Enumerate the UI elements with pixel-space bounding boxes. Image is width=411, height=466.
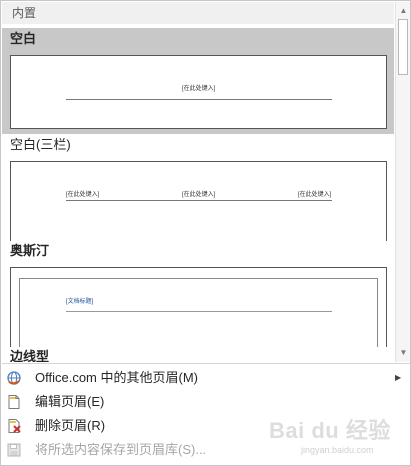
- austin-border-frame: [19, 278, 378, 347]
- scroll-up-arrow-icon[interactable]: ▲: [397, 3, 410, 18]
- save-disk-icon: [6, 442, 22, 458]
- remove-header-label: 删除页眉(R): [35, 418, 106, 433]
- scrollbar-thumb[interactable]: [398, 19, 408, 75]
- scroll-down-arrow-icon[interactable]: ▼: [397, 345, 410, 360]
- gallery-item-sideline-title[interactable]: 边线型: [2, 346, 394, 362]
- remove-page-icon: [6, 418, 22, 434]
- gallery-item-blank-3col[interactable]: [在此处键入] [在此处键入] [在此处键入]: [2, 156, 394, 241]
- edit-header-menu-item[interactable]: 编辑页眉(E): [2, 390, 410, 414]
- header-rule: [66, 200, 332, 201]
- edit-page-icon: [6, 394, 22, 410]
- placeholder-text: [在此处键入]: [298, 192, 332, 198]
- gallery-item-blank-3col-title[interactable]: 空白(三栏): [2, 134, 394, 156]
- header-preview-blank: [在此处键入]: [10, 55, 387, 129]
- office-globe-icon: [6, 370, 22, 386]
- placeholder-text: [在此处键入]: [182, 192, 216, 198]
- edit-header-label: 编辑页眉(E): [35, 394, 105, 409]
- header-gallery: 内置 空白 [在此处键入] 空白(三栏) [在此处键入] [在此处键入] [在此…: [2, 2, 394, 362]
- header-dropdown-panel: 内置 空白 [在此处键入] 空白(三栏) [在此处键入] [在此处键入] [在此…: [0, 0, 411, 466]
- gallery-item-austin-title[interactable]: 奥斯汀: [2, 240, 394, 262]
- header-preview-blank-3col: [在此处键入] [在此处键入] [在此处键入]: [10, 161, 387, 241]
- placeholder-text: [文档标题]: [66, 299, 94, 305]
- submenu-arrow-icon: ▶: [395, 373, 402, 382]
- placeholder-text: [在此处键入]: [182, 86, 216, 92]
- gallery-item-blank[interactable]: [在此处键入]: [2, 50, 394, 134]
- header-rule: [66, 311, 332, 312]
- placeholder-text: [在此处键入]: [66, 192, 100, 198]
- gallery-item-austin[interactable]: [文档标题]: [2, 262, 394, 347]
- gallery-item-blank-title[interactable]: 空白: [2, 28, 394, 50]
- header-preview-austin: [文档标题]: [10, 267, 387, 347]
- save-selection-label: 将所选内容保存到页眉库(S)...: [35, 442, 207, 457]
- baidu-watermark: Bai du 经验: [269, 418, 391, 443]
- gallery-section-header: 内置: [2, 2, 394, 24]
- baidu-watermark-url: jingyan.baidu.com: [301, 445, 374, 455]
- gallery-scrollbar[interactable]: ▲ ▼: [395, 2, 410, 362]
- header-rule: [66, 99, 332, 100]
- more-headers-label: Office.com 中的其他页眉(M): [35, 370, 198, 385]
- more-headers-office-com-menu-item[interactable]: Office.com 中的其他页眉(M) ▶: [2, 366, 410, 390]
- menu-separator: [2, 363, 410, 364]
